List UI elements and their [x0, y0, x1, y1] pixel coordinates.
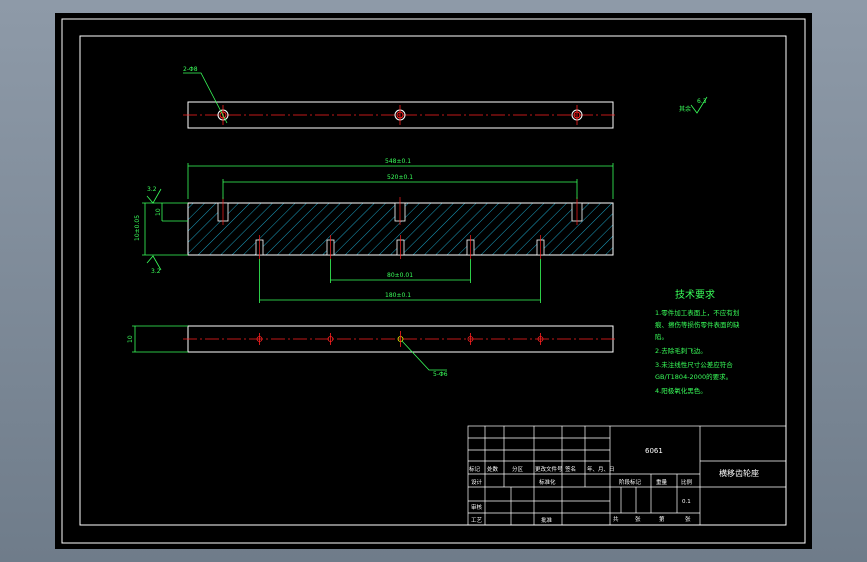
- top-view-hole: [394, 105, 406, 125]
- dim-hole-pitch-top-value: 520±0.1: [387, 174, 413, 181]
- tech-line: GB/T1804-2000的要求。: [655, 372, 732, 381]
- row-sign-label: 签名: [565, 465, 576, 473]
- outer-frame: [61, 18, 806, 544]
- dim-hole-pitch-bottom-value: 180±0.1: [385, 292, 411, 299]
- engineering-drawing: 2-Φ8 其余 6.3 548±0.1 520±0.1 80±0.01 180±…: [61, 18, 806, 544]
- bottom-hole-callout: 5-Φ6: [433, 371, 448, 378]
- review-label: 审核: [471, 503, 483, 511]
- tech-requirements-list: 1.零件加工表面上，不应有划 痕、擦伤等损伤零件表面的缺 陷。 2.去除毛刺飞边…: [655, 308, 740, 395]
- row-mark-label: 标记: [469, 465, 481, 473]
- dim-height-side: [142, 202, 188, 256]
- roughness-top-value: 3.2: [147, 186, 157, 193]
- scale-label: 比例: [681, 478, 693, 486]
- standard-label: 标准化: [539, 478, 556, 486]
- process-label: 工艺: [471, 517, 483, 524]
- row-zone-label: 分区: [512, 465, 524, 473]
- top-view-hole: [571, 105, 583, 125]
- dim-hole-pitch-top: [222, 179, 578, 199]
- title-block-part-name: 横移齿轮座: [719, 468, 759, 478]
- roughness-bottom-value: 3.2: [151, 268, 161, 275]
- tech-line: 2.去除毛刺飞边。: [655, 346, 707, 355]
- bottom-hole-leader: [401, 340, 447, 371]
- approve-label: 批准: [541, 516, 553, 524]
- roughness-rest-value: 6.3: [697, 98, 707, 105]
- stage-label: 阶段标记: [619, 478, 642, 486]
- top-hole-callout: 2-Φ8: [183, 66, 198, 73]
- dim-height-side-value: 10±0.05: [134, 215, 141, 241]
- tech-line: 1.零件加工表面上，不应有划: [655, 308, 739, 317]
- dim-depth-small-value: 10: [155, 208, 162, 216]
- tech-line: 陷。: [655, 332, 668, 341]
- sheet-unit-label: 张: [635, 515, 641, 523]
- row-date-label: 年、月、日: [587, 465, 615, 473]
- design-label: 设计: [471, 478, 483, 486]
- sheet-total-label: 共: [613, 515, 619, 523]
- sheet-unit-label-2: 张: [685, 515, 691, 523]
- tech-line: 痕、擦伤等损伤零件表面的缺: [655, 320, 740, 329]
- dim-overall-length-value: 548±0.1: [385, 158, 411, 165]
- row-count-label: 处数: [487, 465, 499, 473]
- scale-value: 0.1: [682, 499, 691, 505]
- sheet-no-label: 第: [659, 515, 665, 523]
- dim-hole-pitch-mid: [330, 259, 471, 283]
- dim-hole-pitch-mid-value: 80±0.01: [387, 272, 413, 279]
- tech-line: 3.未注线性尺寸公差应符合: [655, 360, 733, 369]
- title-block-material: 6061: [645, 447, 663, 455]
- weight-label: 重量: [656, 478, 668, 486]
- cad-viewport[interactable]: 2-Φ8 其余 6.3 548±0.1 520±0.1 80±0.01 180±…: [55, 13, 812, 549]
- dim-thickness-bottom: [132, 325, 188, 353]
- tech-line: 4.阳极氧化黑色。: [655, 386, 707, 395]
- tech-requirements-title: 技术要求: [675, 288, 715, 301]
- dim-thickness-bottom-value: 10: [127, 335, 134, 343]
- row-doc-label: 更改文件号: [535, 465, 563, 473]
- roughness-rest-label: 其余: [679, 105, 691, 113]
- dim-overall-length: [187, 163, 614, 199]
